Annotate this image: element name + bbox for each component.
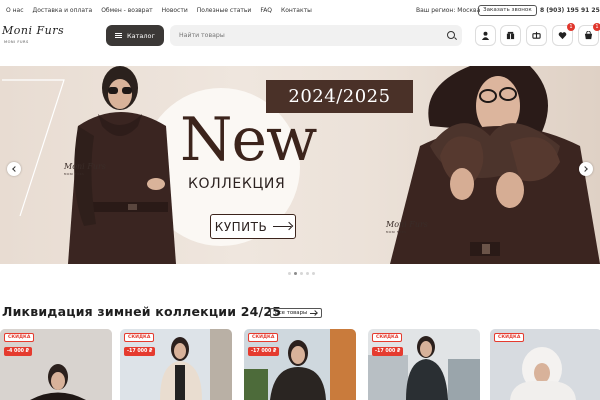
search-bar	[170, 25, 462, 46]
cart-icon	[584, 31, 593, 40]
sale-badge: СКИДКА	[494, 333, 525, 342]
banner-pagination	[288, 272, 315, 275]
region-selector[interactable]: Ваш регион: Москва	[416, 7, 480, 14]
search-icon[interactable]	[447, 31, 455, 39]
catalog-button[interactable]: Каталог	[106, 25, 164, 46]
banner-prev-button[interactable]	[7, 162, 21, 176]
arrow-right-icon	[310, 312, 318, 314]
account-button[interactable]	[475, 25, 496, 46]
logo-text: Moni Furs	[2, 24, 65, 37]
chevron-right-icon	[582, 166, 588, 172]
all-products-button[interactable]: Все товары	[270, 308, 323, 318]
banner-headline: New	[180, 105, 317, 175]
favorites-badge: 1	[567, 23, 575, 31]
logo-subtext: MONI FURS	[4, 40, 29, 44]
sale-badge: СКИДКА	[248, 333, 279, 342]
hero-banner[interactable]: 2024/2025 New КОЛЛЕКЦИЯ КУПИТЬ Moni Furs…	[0, 66, 600, 264]
banner-buy-label: КУПИТЬ	[214, 219, 268, 234]
box-icon	[506, 31, 515, 40]
top-nav-news[interactable]: Новости	[162, 7, 188, 14]
compare-button[interactable]	[526, 25, 547, 46]
banner-next-button[interactable]	[579, 162, 593, 176]
left-model-image	[68, 66, 176, 264]
cart-button[interactable]: 1	[578, 23, 600, 46]
top-nav-delivery[interactable]: Доставка и оплата	[33, 7, 93, 14]
discount-label: -17 000 ₽	[124, 347, 156, 356]
product-card[interactable]: СКИДКА -17 000 ₽	[368, 329, 480, 400]
all-products-label: Все товары	[275, 310, 308, 316]
signature-subtext: MONI FURS	[64, 172, 85, 176]
discount-label: -17 000 ₽	[248, 347, 280, 356]
top-nav-faq[interactable]: FAQ	[260, 7, 272, 14]
sale-badge: СКИДКА	[4, 333, 35, 342]
banner-signature-left: Moni Furs MONI FURS	[64, 162, 106, 176]
arrow-right-icon	[273, 225, 292, 228]
pagination-dot[interactable]	[288, 272, 291, 275]
top-nav-articles[interactable]: Полезные статьи	[197, 7, 252, 14]
search-input[interactable]	[170, 25, 440, 46]
catalog-label: Каталог	[127, 31, 155, 40]
banner-signature-right: Moni Furs MONI FURS	[386, 220, 428, 234]
chevron-left-icon	[12, 166, 18, 172]
banner-subtitle: КОЛЛЕКЦИЯ	[188, 176, 286, 192]
heart-icon	[558, 32, 567, 40]
pagination-dot[interactable]	[312, 272, 315, 275]
product-card[interactable]: СКИДКА -17 000 ₽	[120, 329, 232, 400]
signature-subtext: MONI FURS	[386, 230, 407, 234]
signature-text: Moni Furs	[64, 162, 106, 171]
discount-label: -17 000 ₽	[372, 347, 404, 356]
phone-link[interactable]: 8 (903) 195 91 25	[540, 7, 600, 14]
signature-text: Moni Furs	[386, 220, 428, 229]
menu-icon	[115, 33, 123, 38]
product-card[interactable]: СКИДКА	[490, 329, 600, 400]
section-title: Ликвидация зимней коллекции 24/25	[2, 304, 282, 319]
pagination-dot[interactable]	[294, 272, 297, 275]
sale-badge: СКИДКА	[124, 333, 155, 342]
scales-icon	[532, 31, 541, 39]
cart-badge: 1	[593, 23, 600, 31]
top-nav-contacts[interactable]: Контакты	[281, 7, 312, 14]
top-nav: О нас Доставка и оплата Обмен - возврат …	[6, 7, 321, 14]
favorites-button[interactable]: 1	[552, 23, 575, 46]
product-card[interactable]: СКИДКА -17 000 ₽	[244, 329, 356, 400]
pagination-dot[interactable]	[306, 272, 309, 275]
top-nav-returns[interactable]: Обмен - возврат	[101, 7, 152, 14]
sale-badge: СКИДКА	[372, 333, 403, 342]
product-card[interactable]: СКИДКА -4 000 ₽	[0, 329, 112, 400]
pagination-dot[interactable]	[300, 272, 303, 275]
orders-button[interactable]	[500, 25, 521, 46]
top-nav-about[interactable]: О нас	[6, 7, 24, 14]
callback-button[interactable]: Заказать звонок	[478, 5, 537, 16]
top-bar: О нас Доставка и оплата Обмен - возврат …	[0, 0, 600, 22]
banner-buy-button[interactable]: КУПИТЬ	[210, 214, 296, 239]
discount-label: -4 000 ₽	[4, 347, 33, 356]
logo[interactable]: Moni Furs MONI FURS	[2, 24, 65, 50]
user-icon	[481, 31, 490, 40]
